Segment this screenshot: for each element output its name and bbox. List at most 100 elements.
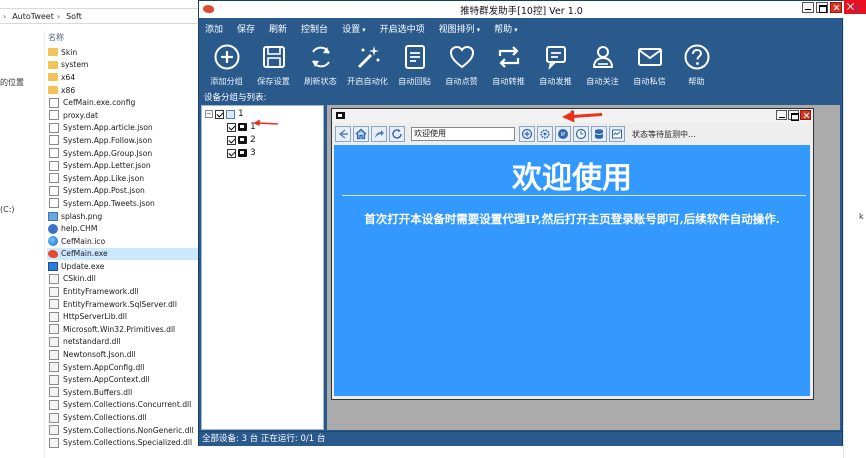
menu-item[interactable]: 视图排列 ▾ (439, 22, 481, 35)
file-row[interactable]: splash.png (47, 210, 200, 223)
tree-device-row[interactable]: 3 (227, 148, 256, 158)
device-checkbox[interactable] (227, 148, 236, 158)
file-row[interactable]: Microsoft.Win32.Primitives.dll (47, 323, 200, 336)
column-header-name[interactable]: 名称 (48, 32, 64, 43)
toolbar-button[interactable]: 自动关注 (579, 38, 626, 90)
close-button[interactable] (830, 2, 842, 13)
file-row[interactable]: System.App.Like.json (47, 172, 200, 185)
file-name: System.App.Follow.json (63, 135, 153, 145)
toolbar-button-label: 帮助 (688, 76, 705, 86)
file-row[interactable]: x86 (47, 84, 200, 97)
file-row[interactable]: CefMain.exe (47, 247, 200, 261)
timer-button[interactable] (573, 126, 589, 142)
toolbar-button[interactable]: 自动发推 (532, 38, 579, 90)
toolbar-button[interactable]: 自动回贴 (391, 38, 438, 90)
file-name: System.App.Tweets.json (63, 198, 155, 208)
file-row[interactable]: x64 (47, 71, 200, 84)
toolbar-button[interactable]: 自动点赞 (438, 38, 485, 90)
menu-item[interactable]: 开启选中项 (380, 22, 425, 35)
reload-button[interactable] (389, 126, 405, 142)
toolbar-button[interactable]: 自动转推 (485, 38, 532, 90)
file-row[interactable]: System.AppContext.dll (47, 373, 200, 386)
collapse-icon[interactable]: − (205, 110, 213, 118)
folder-icon (48, 86, 58, 95)
breadcrumb-autotweet[interactable]: AutoTweet (12, 12, 54, 21)
tree-device-row[interactable]: 2 (227, 135, 256, 145)
menu-item[interactable]: 添加 (205, 22, 223, 35)
dll-file-icon (49, 349, 59, 360)
dll-file-icon (49, 362, 59, 373)
toolbar-button[interactable]: 自动私信 (626, 38, 673, 90)
toolbar-button[interactable]: 刷新状态 (297, 38, 344, 90)
toolbar-button[interactable]: 帮助 (673, 38, 720, 90)
file-row[interactable]: Update.exe (47, 260, 200, 273)
file-row[interactable]: help.CHM (47, 222, 200, 235)
browser-content[interactable]: 欢迎使用 首次打开本设备时需要设置代理IP,然后打开主页登录账号即可,后续软件自… (334, 145, 810, 396)
document-icon (49, 160, 59, 171)
file-row[interactable]: CSkin.dll (47, 273, 200, 286)
app-window: 推特群发助手[10控] Ver 1.0 添加 保存 刷新 控制台 设置 ▾ 开启选中项 视图排… (198, 0, 844, 446)
file-row[interactable]: netstandard.dll (47, 336, 200, 349)
file-row[interactable]: proxy.dat (47, 109, 200, 122)
file-row[interactable]: System.App.article.json (47, 122, 200, 135)
device-checkbox[interactable] (227, 135, 236, 145)
minimize-button[interactable] (802, 2, 814, 13)
file-name: System.Collections.Concurrent.dll (63, 400, 192, 410)
browser-nav-bar: 欢迎使用 IP 状态等待监测中... (335, 125, 810, 143)
file-row[interactable]: System.Collections.NonGeneric.dll (47, 424, 200, 437)
file-row[interactable]: CefMain.exe.config (47, 96, 200, 109)
settings-button[interactable] (537, 126, 553, 142)
forward-button[interactable] (371, 126, 387, 142)
device-label: 2 (250, 135, 256, 145)
group-checkbox[interactable] (215, 109, 224, 119)
post-icon (545, 46, 566, 71)
home-button[interactable] (353, 126, 369, 142)
file-row[interactable]: EntityFramework.dll (47, 285, 200, 298)
file-row[interactable]: CefMain.ico (47, 235, 200, 248)
back-button[interactable] (335, 126, 351, 142)
minimize-button[interactable] (776, 110, 787, 120)
file-row[interactable]: System.App.Tweets.json (47, 197, 200, 210)
file-row[interactable]: EntityFramework.SqlServer.dll (47, 298, 200, 311)
monitor-button[interactable] (609, 126, 625, 142)
file-row[interactable]: System.Collections.dll (47, 411, 200, 424)
device-window-title-bar[interactable]: 1 (332, 109, 813, 123)
file-row[interactable]: System.AppConfig.dll (47, 361, 200, 374)
menu-item[interactable]: 控制台 (301, 22, 328, 35)
go-button[interactable] (519, 126, 535, 142)
file-row[interactable]: Skin (47, 46, 200, 59)
file-row[interactable]: System.Collections.Concurrent.dll (47, 399, 200, 412)
file-row[interactable]: System.Buffers.dll (47, 386, 200, 399)
globe-icon (48, 236, 58, 247)
toolbar-button[interactable]: 保存设置 (250, 38, 297, 90)
help-icon[interactable]: ? (854, 6, 859, 16)
file-row[interactable]: System.App.Post.json (47, 185, 200, 198)
file-row[interactable]: HttpServerLib.dll (47, 310, 200, 323)
file-row[interactable]: System.App.Letter.json (47, 159, 200, 172)
file-row[interactable]: system (47, 59, 200, 72)
maximize-button[interactable] (816, 2, 828, 13)
file-row[interactable]: System.Collections.Specialized.dll (47, 436, 200, 449)
maximize-button[interactable] (788, 110, 799, 121)
close-button[interactable] (800, 110, 811, 120)
toolbar-button[interactable]: 添加分组 (203, 38, 250, 90)
device-checkbox[interactable] (227, 122, 236, 132)
tree-device-row[interactable]: 1 (227, 122, 256, 132)
file-row[interactable]: Newtonsoft.Json.dll (47, 348, 200, 361)
database-button[interactable] (591, 126, 607, 142)
file-row[interactable]: System.App.Group.Json (47, 147, 200, 160)
title-bar[interactable]: 推特群发助手[10控] Ver 1.0 (199, 1, 844, 18)
menu-item[interactable]: 帮助 ▾ (494, 22, 518, 35)
url-input[interactable]: 欢迎使用 (411, 127, 515, 141)
proxy-ip-button[interactable]: IP (555, 126, 571, 142)
address-bar[interactable]: › AutoTweet › Soft (0, 8, 200, 24)
menu-item[interactable]: 设置 ▾ (342, 22, 366, 35)
toolbar-button[interactable]: 开启自动化 (344, 38, 391, 90)
menu-item[interactable]: 刷新 (269, 22, 287, 35)
nav-item-locations[interactable]: 的位置 (0, 77, 24, 88)
tree-group-row[interactable]: − 1 (205, 109, 244, 119)
nav-item-c-drive[interactable]: (C:) (0, 205, 15, 214)
menu-item[interactable]: 保存 (237, 22, 255, 35)
file-row[interactable]: System.App.Follow.json (47, 134, 200, 147)
breadcrumb-soft[interactable]: Soft (66, 12, 82, 21)
